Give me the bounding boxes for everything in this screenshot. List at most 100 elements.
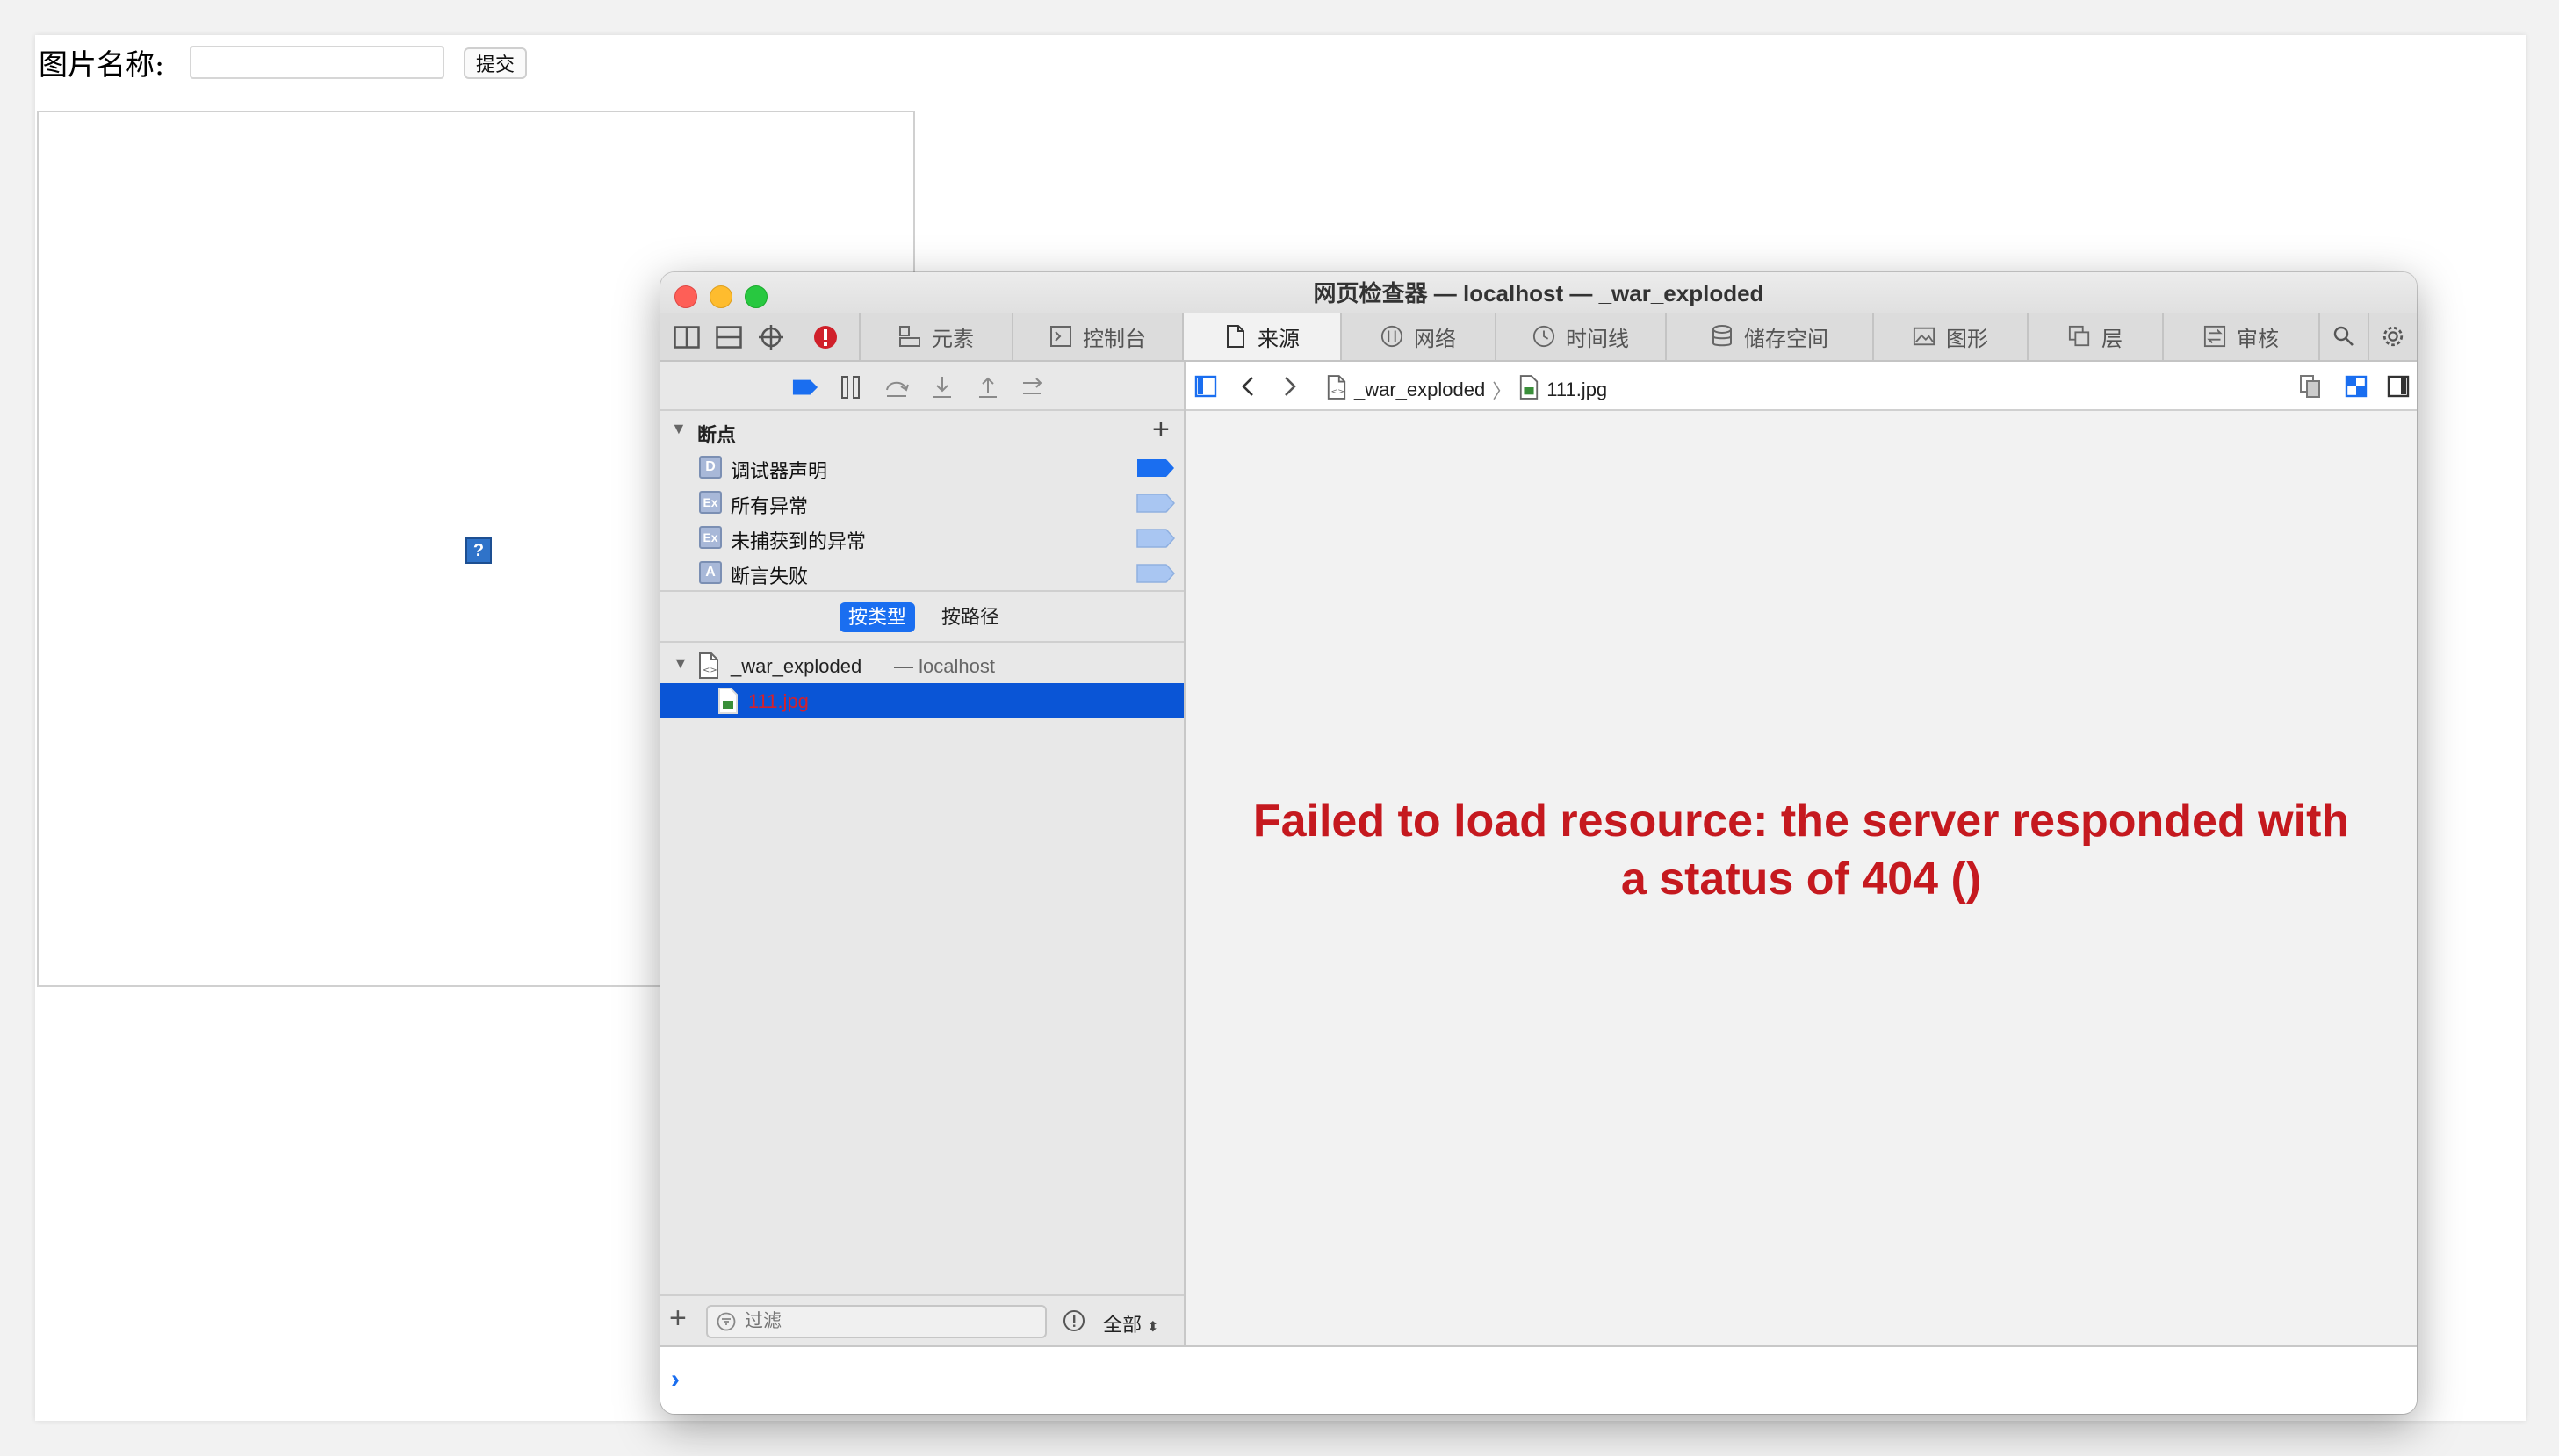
forward-icon[interactable] <box>1277 373 1303 400</box>
resource-document-icon: <> <box>1326 374 1347 406</box>
breakpoint-disabled-icon[interactable] <box>1136 529 1175 548</box>
tab-console[interactable]: 控制台 <box>1012 313 1182 360</box>
add-icon[interactable]: + <box>669 1301 687 1336</box>
tab-label: 来源 <box>1258 327 1300 351</box>
scope-select[interactable]: 全部 ⬍ <box>1103 1309 1159 1337</box>
tab-sources[interactable]: 来源 <box>1182 313 1340 360</box>
breakpoints-header-label: 断点 <box>697 424 737 446</box>
database-icon <box>1711 325 1734 348</box>
tab-label: 时间线 <box>1566 327 1629 351</box>
search-icon <box>2332 325 2355 348</box>
debugger-toolbar <box>660 362 1184 411</box>
layers-icon <box>2068 325 2091 348</box>
breakpoint-enabled-icon[interactable] <box>1136 458 1175 478</box>
audit-icon <box>2203 325 2226 348</box>
filter-input[interactable] <box>706 1305 1047 1338</box>
breakpoint-item-uncaught-exceptions[interactable]: Ex 未捕获到的异常 <box>660 520 1184 555</box>
step-out-icon[interactable] <box>975 374 1001 400</box>
breakpoint-item-all-exceptions[interactable]: Ex 所有异常 <box>660 485 1184 520</box>
tab-timeline[interactable]: 时间线 <box>1495 313 1665 360</box>
tab-label: 审核 <box>2237 327 2279 351</box>
crosshair-icon[interactable] <box>757 323 785 351</box>
image-name-input[interactable] <box>190 46 444 79</box>
pause-icon[interactable] <box>838 374 864 400</box>
breakpoint-item-debugger-statement[interactable]: D 调试器声明 <box>660 450 1184 485</box>
tab-bar: 元素 控制台 来源 网络 时间线 储存空间 图形 层 审核 <box>660 313 2417 362</box>
breakpoint-label: 未捕获到的异常 <box>731 530 867 552</box>
error-line-1: Failed to load resource: the server resp… <box>1252 796 2350 847</box>
add-breakpoint-icon[interactable]: + <box>1152 413 1170 447</box>
disclosure-triangle-icon[interactable]: ▼ <box>673 654 688 673</box>
resource-load-error-message: Failed to load resource: the server resp… <box>1186 792 2417 908</box>
console-icon <box>1049 325 1072 348</box>
network-icon <box>1380 325 1403 348</box>
svg-text:<>: <> <box>1331 386 1344 396</box>
breakpoint-item-assertion-failures[interactable]: A 断言失败 <box>660 555 1184 588</box>
window-title: 网页检查器 — localhost — _war_exploded <box>1313 280 1764 306</box>
tree-item-111-jpg[interactable]: 111.jpg <box>660 683 1184 718</box>
resource-document-icon: <> <box>697 652 720 685</box>
content-navigation-bar: <> _war_exploded 〉 111.jpg <box>1186 362 2417 411</box>
submit-button[interactable]: 提交 <box>464 47 527 79</box>
breakpoint-disabled-icon[interactable] <box>1136 494 1175 513</box>
toggle-details-sidebar-icon[interactable] <box>2385 373 2411 400</box>
tree-item-label: 111.jpg <box>748 690 809 712</box>
tab-label: 图形 <box>1946 327 1988 351</box>
dock-bottom-icon[interactable] <box>715 323 743 351</box>
tree-item-war-exploded[interactable]: ▼ <> _war_exploded — localhost <box>660 648 1184 683</box>
tab-label: 储存空间 <box>1744 327 1828 351</box>
content-pane: <> _war_exploded 〉 111.jpg Failed to loa… <box>1186 362 2417 1345</box>
chevron-updown-icon: ⬍ <box>1147 1320 1159 1335</box>
navigation-sidebar: ▼ 断点 + D 调试器声明 Ex 所有异常 Ex 未捕获到的异常 A 断言失败… <box>660 362 1186 1345</box>
clock-icon <box>1532 325 1555 348</box>
tab-label: 网络 <box>1414 327 1456 351</box>
tab-label: 控制台 <box>1083 327 1146 351</box>
tab-audit[interactable]: 审核 <box>2162 313 2318 360</box>
document-icon <box>1224 325 1247 348</box>
tab-label: 元素 <box>932 327 974 351</box>
breakpoint-label: 断言失败 <box>731 566 809 587</box>
breadcrumb-file[interactable]: 111.jpg <box>1546 378 1607 401</box>
tree-item-host: — localhost <box>894 655 995 677</box>
step-into-icon[interactable] <box>929 374 955 400</box>
chevron-right-icon: 〉 <box>1492 380 1512 402</box>
breakpoint-type-badge: A <box>699 561 722 584</box>
breakpoint-disabled-icon[interactable] <box>1136 564 1175 583</box>
dock-left-icon[interactable] <box>673 323 701 351</box>
step-over-icon[interactable] <box>883 374 910 400</box>
search-button[interactable] <box>2318 313 2368 360</box>
issue-filter-icon[interactable] <box>1063 1309 1085 1337</box>
group-by-path-button[interactable]: 按路径 <box>933 602 1008 632</box>
show-original-resource-icon[interactable] <box>2297 373 2324 400</box>
tab-graphics[interactable]: 图形 <box>1872 313 2027 360</box>
tab-network[interactable]: 网络 <box>1340 313 1495 360</box>
image-icon <box>1913 325 1935 348</box>
tab-layers[interactable]: 层 <box>2027 313 2162 360</box>
settings-button[interactable] <box>2368 313 2417 360</box>
broken-image-icon: ? <box>465 537 492 564</box>
error-indicator-icon[interactable] <box>811 323 840 351</box>
breakpoint-label: 所有异常 <box>731 495 809 517</box>
breakpoints-toggle-icon[interactable] <box>792 374 818 400</box>
disclosure-triangle-icon[interactable]: ▼ <box>671 420 687 438</box>
title-bar[interactable]: 网页检查器 — localhost — _war_exploded <box>660 272 2417 313</box>
tab-label: 层 <box>2101 327 2123 351</box>
breakpoints-section-header[interactable]: ▼ 断点 + <box>660 413 1184 450</box>
console-prompt-icon: › <box>671 1365 680 1394</box>
image-file-icon <box>717 687 739 720</box>
step-icon[interactable] <box>1020 374 1047 400</box>
toggle-navigation-sidebar-icon[interactable] <box>1193 373 1219 400</box>
quick-console[interactable]: › <box>660 1345 2417 1414</box>
tab-storage[interactable]: 储存空间 <box>1665 313 1872 360</box>
breakpoint-type-badge: Ex <box>699 526 722 549</box>
checkerboard-background-icon[interactable] <box>2343 373 2369 400</box>
image-name-label: 图片名称: <box>39 47 165 82</box>
image-file-icon <box>1518 374 1539 406</box>
filter-bar: + 全部 ⬍ <box>660 1294 1184 1344</box>
group-by-type-button[interactable]: 按类型 <box>840 602 916 632</box>
elements-icon <box>898 325 921 348</box>
back-icon[interactable] <box>1235 373 1261 400</box>
tab-elements[interactable]: 元素 <box>859 313 1012 360</box>
breadcrumb-folder[interactable]: _war_exploded <box>1354 378 1485 401</box>
breadcrumb: <> _war_exploded 〉 111.jpg <box>1326 374 1607 406</box>
